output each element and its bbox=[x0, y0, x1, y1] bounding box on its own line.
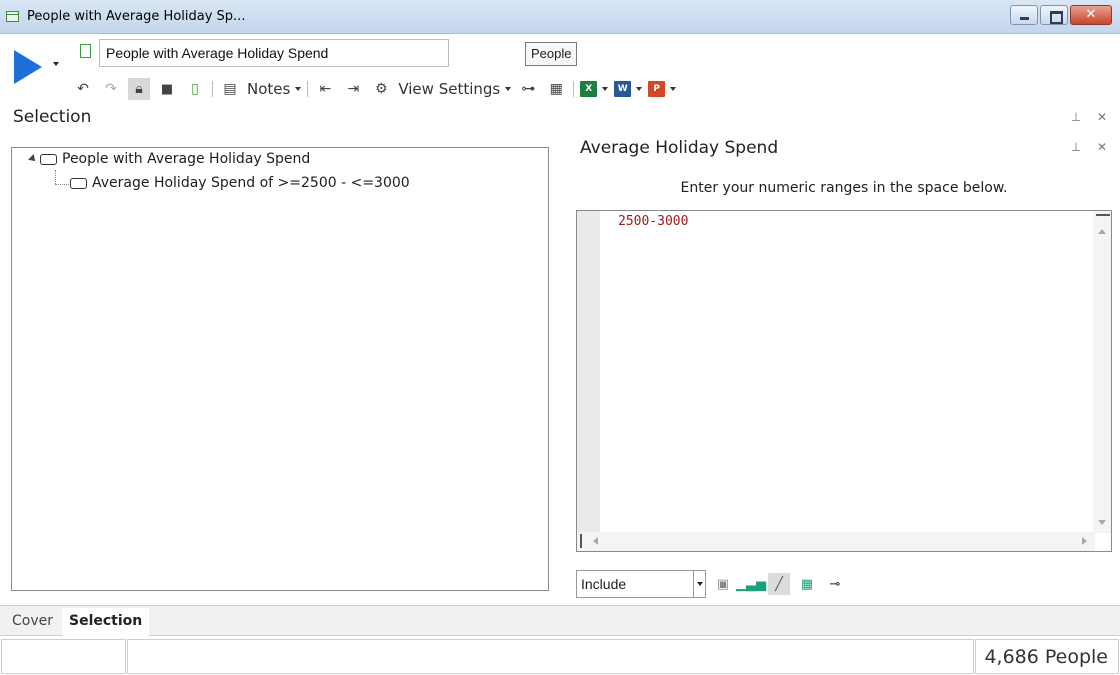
toolbar-separator bbox=[573, 81, 575, 97]
range-tools: Include ▣ ▁▃▅ ╱ ▦ ⊸ bbox=[576, 569, 846, 599]
database-icon[interactable]: ▯ bbox=[184, 78, 206, 100]
status-bar: 4,686 People bbox=[0, 638, 1120, 675]
status-cell bbox=[1, 639, 126, 674]
main-toolbar: ↶ ↷ 🔒︎ ■ ▯ ▤ Notes ⇤ ⇥ ⚙ View Settings ⊶… bbox=[72, 76, 677, 102]
window-title-bar: People with Average Holiday Sp... ✕ bbox=[0, 0, 1120, 34]
node-icon bbox=[70, 177, 87, 189]
editor-gutter bbox=[577, 211, 600, 533]
expand-arrow-icon[interactable] bbox=[28, 154, 38, 164]
scroll-down-icon[interactable] bbox=[1098, 520, 1106, 525]
save-icon[interactable]: ■ bbox=[156, 78, 178, 100]
include-select-value: Include bbox=[581, 576, 627, 592]
close-icon: ✕ bbox=[1085, 7, 1097, 22]
clipboard-icon[interactable]: ▣ bbox=[712, 573, 734, 595]
toolbar-separator bbox=[307, 81, 309, 97]
notes-icon[interactable]: ▤ bbox=[219, 78, 241, 100]
status-cell bbox=[127, 639, 974, 674]
word-export-button[interactable]: W bbox=[614, 78, 643, 100]
close-icon[interactable]: ✕ bbox=[1091, 106, 1113, 128]
window-icon bbox=[6, 11, 19, 22]
include-select[interactable]: Include bbox=[576, 570, 706, 598]
minimize-button[interactable] bbox=[1010, 5, 1038, 25]
redo-icon[interactable]: ↷ bbox=[100, 78, 122, 100]
range-hint: Enter your numeric ranges in the space b… bbox=[680, 180, 1008, 196]
pin-icon[interactable]: ⊥ bbox=[1065, 136, 1087, 158]
close-window-button[interactable]: ✕ bbox=[1070, 5, 1112, 25]
close-icon[interactable]: ✕ bbox=[1091, 136, 1113, 158]
pin-icon[interactable]: ⊥ bbox=[1065, 106, 1087, 128]
run-dropdown-icon[interactable] bbox=[53, 62, 59, 66]
vertical-scrollbar[interactable] bbox=[1093, 211, 1111, 533]
grid-view-icon[interactable]: ▦ bbox=[545, 78, 567, 100]
selection-tree[interactable]: People with Average Holiday Spend Averag… bbox=[11, 147, 549, 591]
excel-icon: X bbox=[580, 81, 598, 97]
tree-item-child[interactable]: Average Holiday Spend of >=2500 - <=3000 bbox=[70, 175, 410, 191]
word-icon: W bbox=[614, 81, 632, 97]
tab-cover[interactable]: Cover bbox=[5, 608, 60, 636]
scroll-left-mark bbox=[580, 534, 582, 548]
undo-icon[interactable]: ↶ bbox=[72, 78, 94, 100]
maximize-button[interactable] bbox=[1040, 5, 1068, 25]
scroll-up-icon[interactable] bbox=[1098, 229, 1106, 234]
settings-icon[interactable]: ⚙ bbox=[370, 78, 392, 100]
selection-name-field[interactable]: People with Average Holiday Spend bbox=[99, 39, 449, 67]
horizontal-scrollbar[interactable] bbox=[577, 532, 1095, 551]
tree-view-icon[interactable]: ⊶ bbox=[517, 78, 539, 100]
window-controls: ✕ bbox=[1010, 5, 1112, 25]
notes-button[interactable]: Notes bbox=[247, 78, 302, 100]
scroll-left-icon[interactable] bbox=[593, 537, 598, 545]
edit-icon[interactable]: ╱ bbox=[768, 573, 790, 595]
toolbar-separator bbox=[212, 81, 213, 97]
indent-icon[interactable]: ⇥ bbox=[342, 78, 364, 100]
scroll-right-icon[interactable] bbox=[1082, 537, 1087, 545]
ranges-editor[interactable]: 2500-3000 bbox=[576, 210, 1112, 552]
people-count: 4,686 People bbox=[984, 646, 1108, 668]
outdent-icon[interactable]: ⇤ bbox=[314, 78, 336, 100]
add-panel-icon[interactable]: ⊸ bbox=[824, 573, 846, 595]
tab-selection[interactable]: Selection bbox=[62, 608, 150, 636]
selection-panel-title: Selection bbox=[13, 107, 92, 127]
powerpoint-export-button[interactable]: P bbox=[648, 78, 677, 100]
document-icon bbox=[80, 44, 91, 58]
tree-item-label: People with Average Holiday Spend bbox=[62, 151, 311, 167]
system-badge[interactable]: People bbox=[525, 42, 578, 66]
ranges-text[interactable]: 2500-3000 bbox=[618, 214, 688, 229]
view-settings-button[interactable]: View Settings bbox=[398, 78, 512, 100]
run-icon[interactable] bbox=[14, 50, 42, 84]
node-icon bbox=[40, 153, 57, 165]
range-panel-title: Average Holiday Spend bbox=[580, 138, 779, 158]
chevron-down-icon[interactable] bbox=[693, 571, 705, 597]
tree-item-root[interactable]: People with Average Holiday Spend bbox=[28, 151, 311, 167]
table-icon[interactable]: ▦ bbox=[796, 573, 818, 595]
window-title: People with Average Holiday Sp... bbox=[27, 9, 246, 24]
tree-item-label: Average Holiday Spend of >=2500 - <=3000 bbox=[92, 175, 410, 191]
tree-connector bbox=[55, 184, 69, 185]
bar-chart-icon[interactable]: ▁▃▅ bbox=[736, 573, 766, 595]
powerpoint-icon: P bbox=[648, 81, 666, 97]
lock-icon[interactable]: 🔒︎ bbox=[128, 78, 150, 100]
excel-export-button[interactable]: X bbox=[580, 78, 609, 100]
scroll-top-mark bbox=[1096, 214, 1110, 216]
status-count-cell: 4,686 People bbox=[975, 639, 1119, 674]
document-tabs: Cover Selection bbox=[0, 605, 1120, 636]
tree-connector bbox=[55, 170, 56, 184]
